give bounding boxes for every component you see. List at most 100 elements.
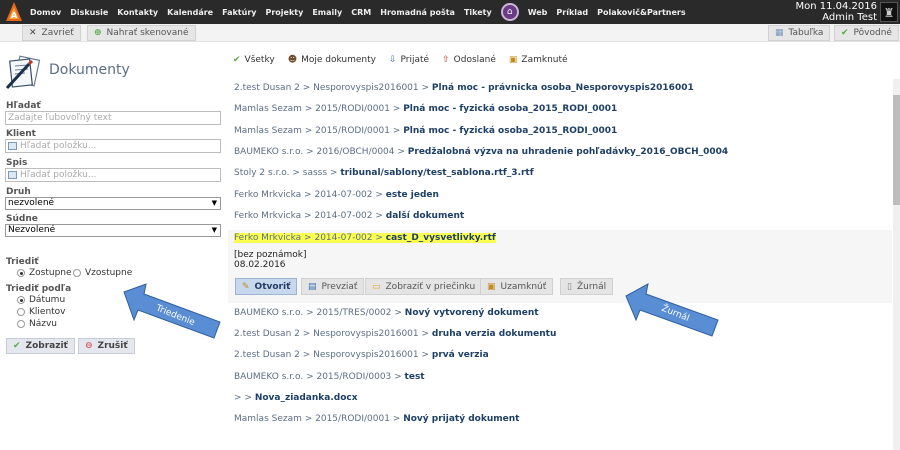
nav-domov[interactable]: Domov	[30, 8, 61, 17]
doc-name[interactable]: Plná moc - právnicka osoba_Nesporovyspis…	[432, 83, 694, 93]
doc-name[interactable]: test	[405, 372, 425, 382]
doc-name[interactable]: Predžalobná výzva na uhradenie pohľadávk…	[408, 147, 728, 157]
doc-path: Mamlas Sezam > 2015/RODI/0001 >	[234, 104, 404, 114]
spis-input[interactable]: Hľadať položku...	[5, 168, 221, 182]
user-name[interactable]: Admin Test	[795, 12, 877, 23]
document-row[interactable]: BAUMEKO s.r.o. > 2016/OBCH/0004 > Predža…	[234, 147, 728, 157]
nav-tikety[interactable]: Tikety	[464, 8, 492, 17]
doc-name[interactable]: cast_D_vysvetlivky.rtf	[386, 233, 496, 243]
download-button[interactable]: ▤ Prevziať	[301, 278, 365, 295]
radio-dot	[17, 269, 25, 277]
nav-priklad[interactable]: Príklad	[556, 8, 588, 17]
check-icon: ✔	[841, 28, 849, 38]
nav-diskusie[interactable]: Diskusie	[70, 8, 108, 17]
document-row[interactable]: BAUMEKO s.r.o. > 2015/TRES/0002 > Nový v…	[234, 308, 539, 318]
filter-my-documents[interactable]: ☻ Moje dokumenty	[288, 55, 376, 65]
document-row[interactable]: Mamlas Sezam > 2015/RODI/0001 > Plná moc…	[234, 126, 617, 136]
original-view-button[interactable]: ✔ Pôvodné	[834, 25, 899, 41]
sort-label: Triediť	[6, 257, 39, 267]
table-label: Tabuľka	[788, 28, 824, 38]
table-view-button[interactable]: ▦ Tabuľka	[768, 25, 831, 41]
doc-path: > >	[234, 393, 255, 403]
doc-path: Ferko Mrkvicka > 2014-07-002 >	[234, 211, 386, 221]
sudne-select[interactable]: Nezvolené ▼	[5, 224, 221, 237]
doc-name[interactable]: další dokument	[386, 211, 464, 221]
document-row[interactable]: 2.test Dusan 2 > Nesporovyspis2016001 > …	[234, 329, 556, 339]
doc-name[interactable]: Nový prijatý dokument	[403, 414, 519, 424]
document-row[interactable]: Ferko Mrkvicka > 2014-07-002 > este jede…	[234, 190, 439, 200]
nav-kontakty[interactable]: Kontakty	[117, 8, 158, 17]
document-row[interactable]: BAUMEKO s.r.o. > 2015/RODI/0003 > test	[234, 372, 425, 382]
sort-desc-radio[interactable]: Zostupne	[17, 268, 72, 278]
doc-name[interactable]: tribunal/sablony/test_sablona.rtf_3.rtf	[340, 168, 533, 178]
document-row[interactable]: Ferko Mrkvicka > 2014-07-002 > další dok…	[234, 211, 464, 221]
triedenie-arrow: Triedenie	[123, 283, 221, 339]
journal-button[interactable]: ▯ Žurnál	[560, 278, 614, 295]
doc-name[interactable]: prvá verzia	[432, 350, 489, 360]
nav-faktury[interactable]: Faktúry	[222, 8, 256, 17]
outbox-icon: ⇧	[442, 55, 450, 65]
filter-locked[interactable]: ▣ Zamknuté	[509, 55, 568, 65]
client-input[interactable]: Hľadať položku...	[5, 139, 221, 153]
doc-name[interactable]: Nový vytvorený dokument	[405, 308, 539, 318]
lookup-table-icon	[8, 142, 17, 150]
selected-highlight: Ferko Mrkvicka > 2014-07-002 > cast_D_vy…	[234, 233, 496, 243]
filter-received[interactable]: ⇩ Prijaté	[389, 55, 429, 65]
nav-hromadna-posta[interactable]: Hromadná pošta	[380, 8, 455, 17]
app-logo-icon[interactable]: A	[5, 1, 23, 23]
courthouse-icon[interactable]: ⌂	[500, 3, 519, 21]
show-in-folder-button[interactable]: ▭ Zobraziť v priečinku	[365, 278, 483, 295]
nav-crm[interactable]: CRM	[351, 8, 371, 17]
nav-polakovic-partners[interactable]: Polakovič&Partners	[597, 8, 685, 17]
filter-sent[interactable]: ⇧ Odoslané	[442, 55, 496, 65]
sort-asc-radio[interactable]: Vzostupne	[73, 268, 132, 278]
doc-name[interactable]: Nova_ziadanka.docx	[255, 393, 358, 403]
lock-button[interactable]: ▣ Uzamknúť	[480, 278, 554, 295]
search-input[interactable]: Zadajte ľubovoľný text	[5, 111, 221, 125]
nav-web[interactable]: Web	[528, 8, 548, 17]
nav-emaily[interactable]: Emaily	[312, 8, 342, 17]
document-row[interactable]: Mamlas Sezam > 2015/RODI/0001 > Nový pri…	[234, 414, 519, 424]
document-row[interactable]: > > Nova_ziadanka.docx	[234, 393, 358, 403]
nav-projekty[interactable]: Projekty	[266, 8, 304, 17]
document-row[interactable]: Mamlas Sezam > 2015/RODI/0001 > Plná moc…	[234, 104, 617, 114]
plus-icon: ⊕	[94, 28, 102, 38]
document-row[interactable]: 2.test Dusan 2 > Nesporovyspis2016001 > …	[234, 83, 694, 93]
document-list-scrollbar[interactable]	[893, 79, 900, 450]
sort-by-name-radio[interactable]: Názvu	[17, 319, 57, 329]
doc-path: Stoly 2 s.r.o. > sasss >	[234, 168, 341, 178]
sort-by-date-radio[interactable]: Dátumu	[17, 295, 65, 305]
doc-name[interactable]: este jeden	[386, 190, 439, 200]
upload-scanned-button[interactable]: ⊕ Nahrať skenované	[87, 25, 196, 41]
close-button[interactable]: ✕ Zavrieť	[22, 25, 81, 41]
scrollbar-thumb[interactable]	[893, 95, 900, 205]
lock-label: Uzamknúť	[500, 281, 547, 292]
spis-label: Spis	[6, 158, 28, 168]
document-row[interactable]: Stoly 2 s.r.o. > sasss > tribunal/sablon…	[234, 168, 534, 178]
document-row[interactable]: 2.test Dusan 2 > Nesporovyspis2016001 > …	[234, 350, 489, 360]
journal-icon: ▯	[567, 281, 572, 292]
filter-received-label: Prijaté	[400, 55, 430, 65]
toolbar: ✕ Zavrieť ⊕ Nahrať skenované ▦ Tabuľka ✔…	[0, 24, 900, 42]
document-row-selected[interactable]: Ferko Mrkvicka > 2014-07-002 > cast_D_vy…	[234, 233, 496, 243]
sort-asc-label: Vzostupne	[85, 268, 133, 278]
inbox-icon: ⇩	[388, 55, 397, 65]
druh-select[interactable]: nezvolené ▼	[5, 197, 221, 210]
nav-kalendare[interactable]: Kalendáre	[167, 8, 213, 17]
show-in-folder-label: Zobraziť v priečinku	[385, 281, 476, 292]
check-icon: ✔	[13, 341, 21, 351]
radio-dot	[73, 269, 81, 277]
doc-path: BAUMEKO s.r.o. > 2015/RODI/0003 >	[234, 372, 405, 382]
user-avatar[interactable]: ♜	[880, 2, 898, 22]
sort-by-client-radio[interactable]: Klientov	[17, 307, 66, 317]
document-date: 08.02.2016	[234, 260, 286, 270]
show-button[interactable]: ✔ Zobraziť	[6, 338, 75, 354]
top-nav-bar: A Domov Diskusie Kontakty Kalendáre Fakt…	[0, 0, 900, 24]
doc-name[interactable]: Plná moc - fyzická osoba_2015_RODI_0001	[403, 104, 617, 114]
dropdown-arrow-icon: ▼	[211, 199, 217, 207]
open-button[interactable]: ✎ Otvoriť	[235, 278, 298, 295]
doc-name[interactable]: Plná moc - fyzická osoba_2015_RODI_0001	[403, 126, 617, 136]
doc-name[interactable]: druha verzia dokumentu	[432, 329, 556, 339]
document-filters: ✔ Všetky ☻ Moje dokumenty ⇩ Prijaté ⇧ Od…	[233, 55, 581, 65]
filter-all[interactable]: ✔ Všetky	[233, 55, 275, 65]
